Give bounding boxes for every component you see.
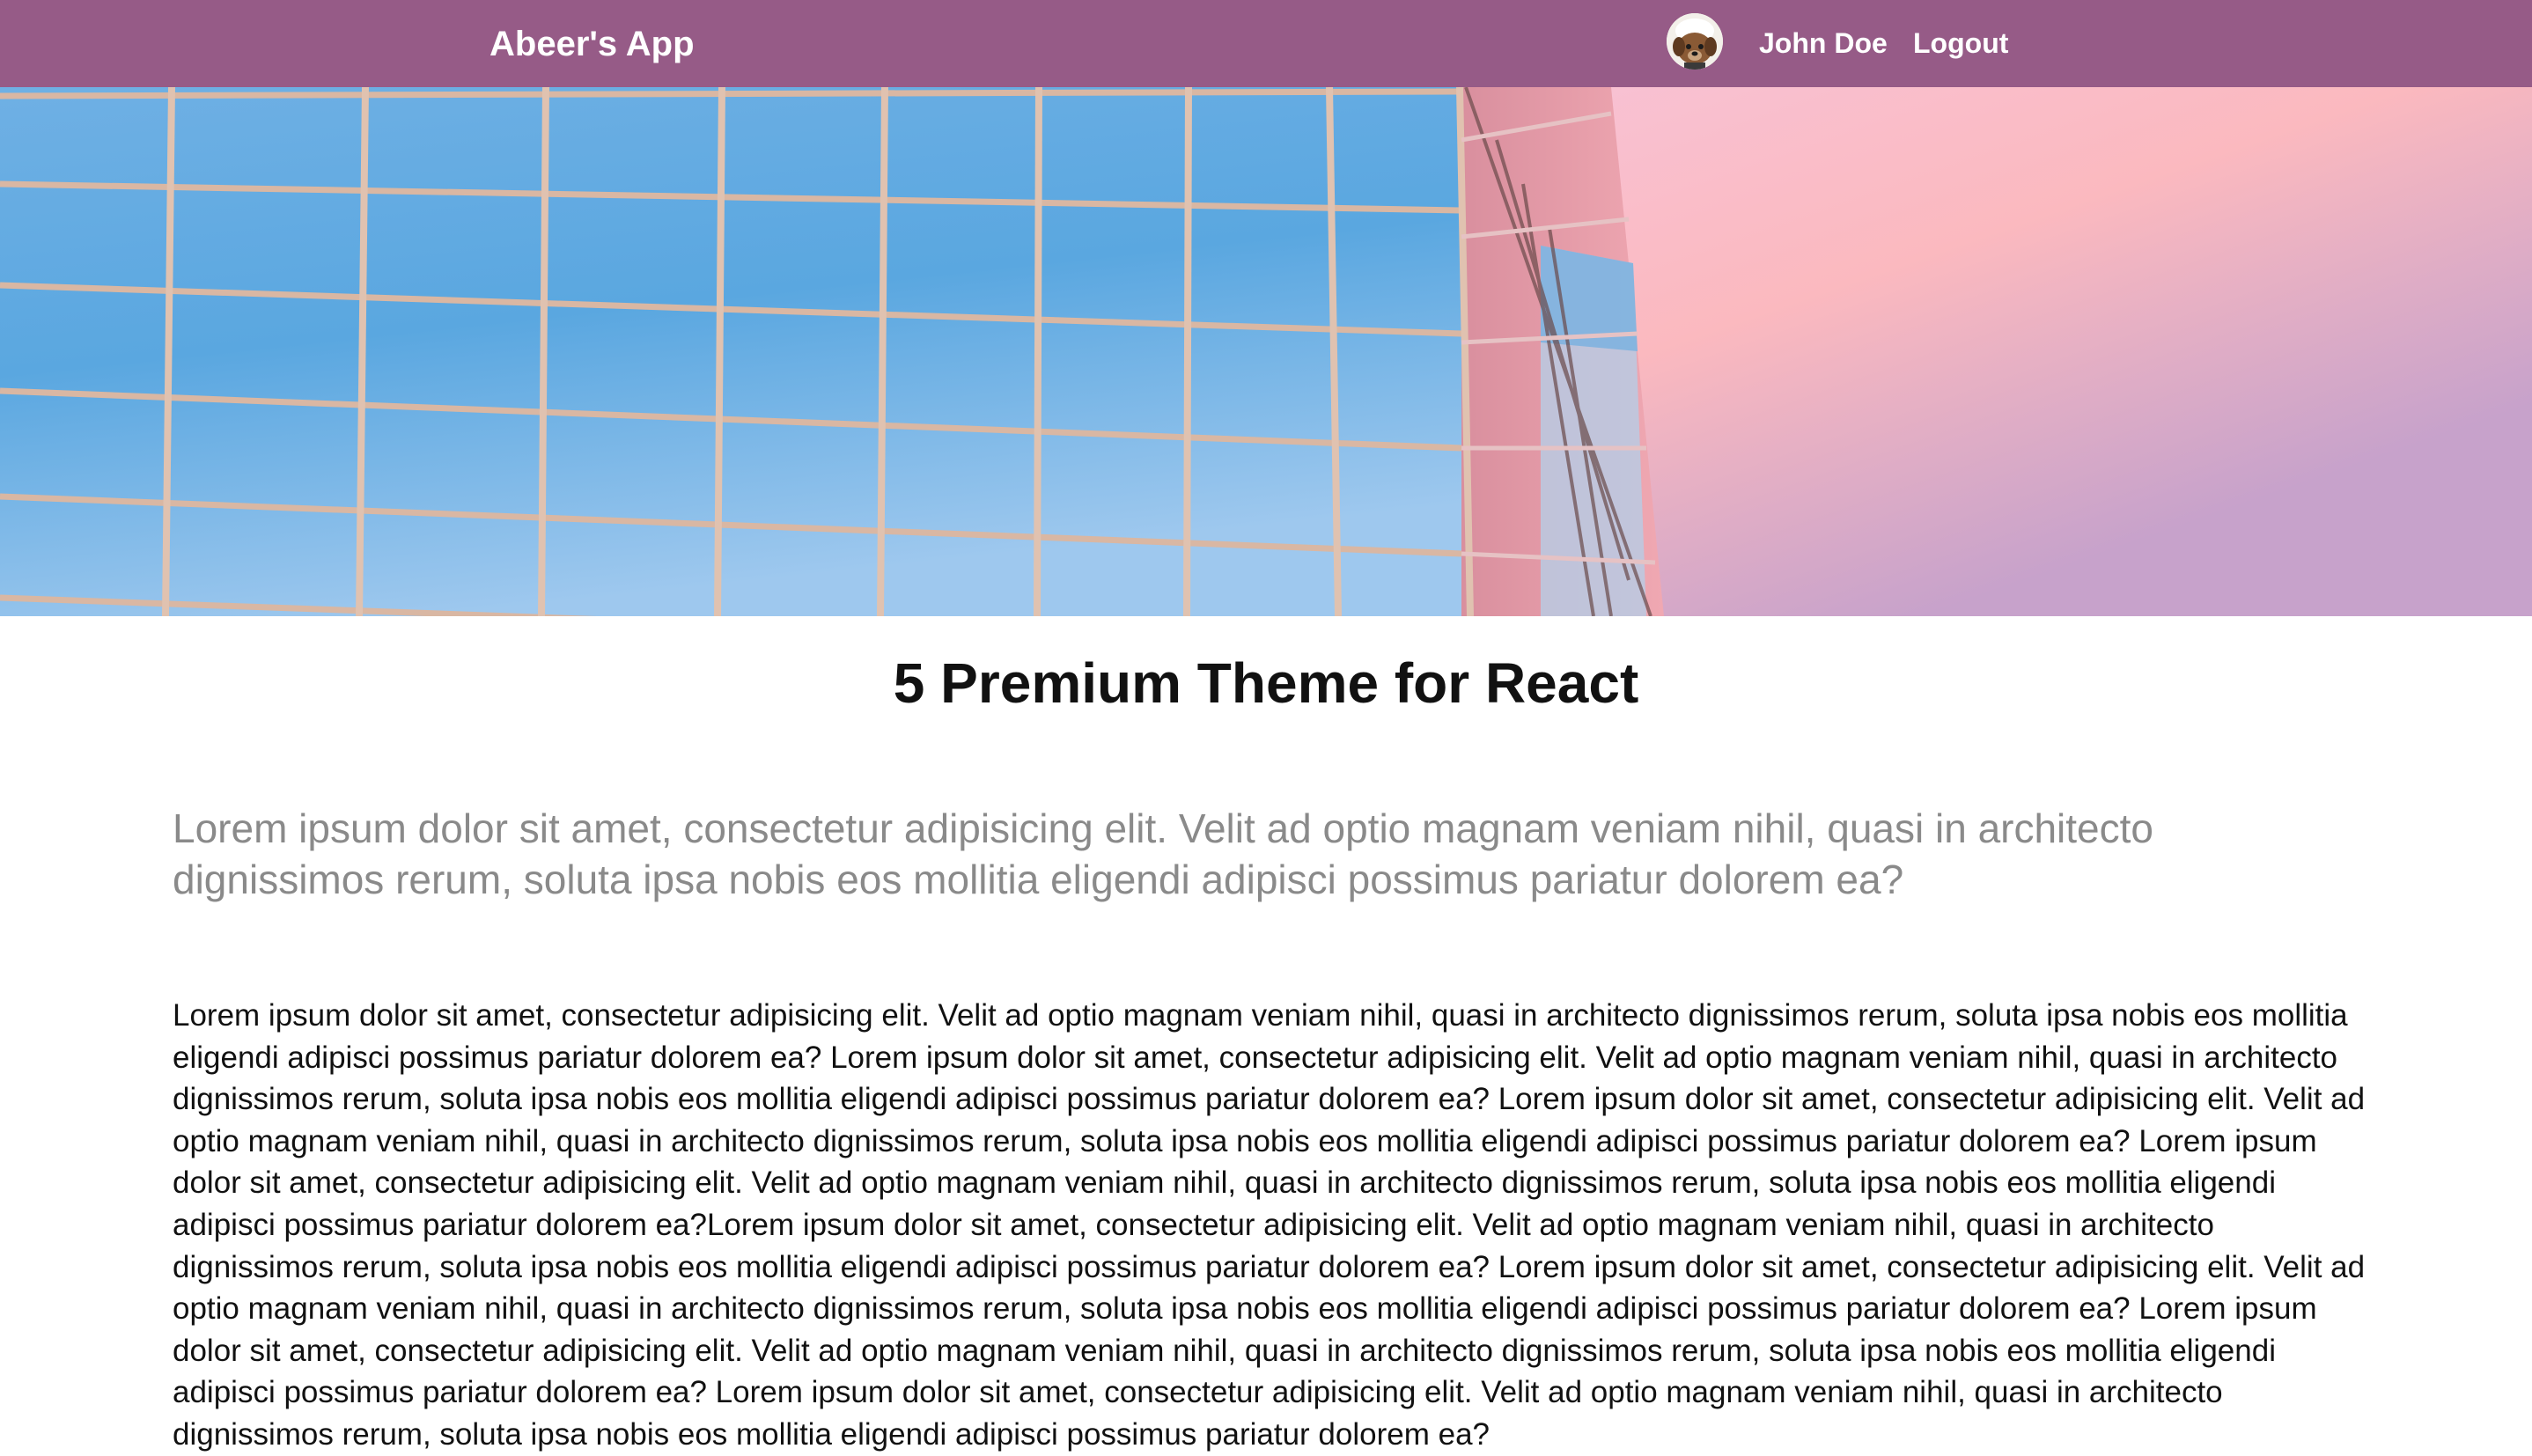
user-avatar-icon[interactable] [1667,13,1723,70]
hero-banner [0,87,2532,616]
logout-link[interactable]: Logout [1913,26,2008,61]
top-navbar: Abeer's App John Doe Logout [0,0,2532,87]
brand-link[interactable]: Abeer's App [489,23,695,65]
page-title: 5 Premium Theme for React [893,651,1639,715]
body-paragraph: Lorem ipsum dolor sit amet, consectetur … [173,998,2366,1452]
avatar-dog-icon [1667,13,1723,70]
user-name-link[interactable]: John Doe [1759,26,1888,61]
lead-paragraph: Lorem ipsum dolor sit amet, consectetur … [173,805,2154,902]
hero-building-image [0,87,2532,616]
